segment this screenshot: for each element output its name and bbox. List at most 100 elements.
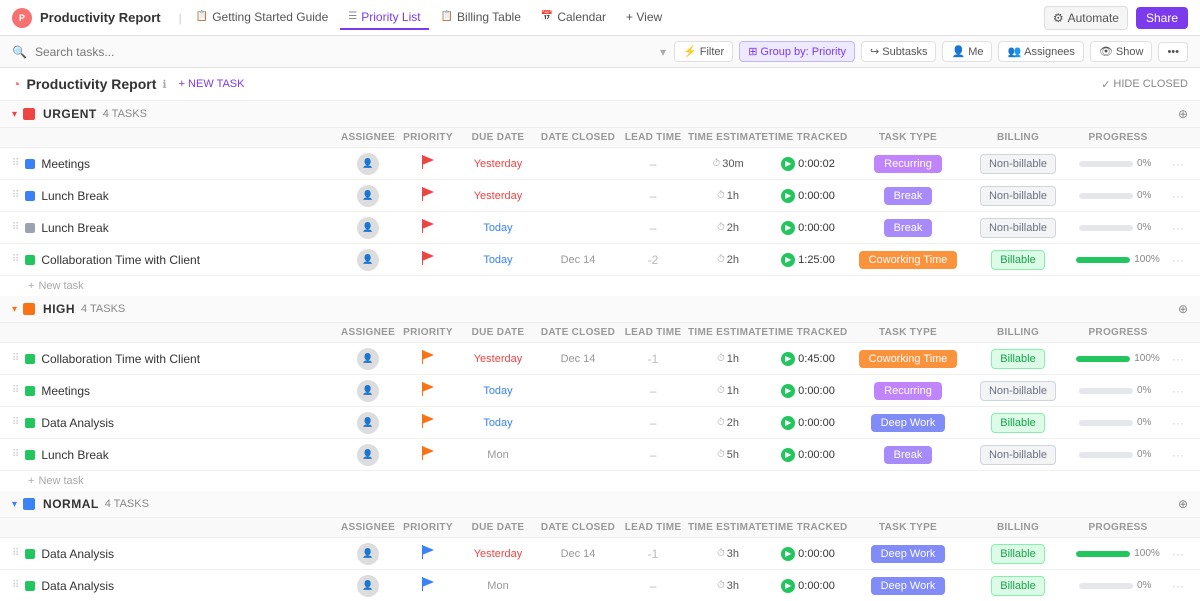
- task-status-dot[interactable]: [25, 354, 35, 364]
- avatar[interactable]: 👤: [357, 217, 379, 239]
- play-icon[interactable]: ▶: [781, 189, 795, 203]
- drag-handle-icon[interactable]: ⠿: [12, 580, 19, 591]
- hide-closed-button[interactable]: ✓ HIDE CLOSED: [1101, 78, 1188, 91]
- task-type-badge[interactable]: Coworking Time: [859, 350, 958, 368]
- task-name[interactable]: Lunch Break: [41, 221, 108, 235]
- task-type-badge[interactable]: Recurring: [874, 155, 942, 173]
- avatar[interactable]: 👤: [357, 249, 379, 271]
- avatar[interactable]: 👤: [357, 575, 379, 597]
- priority-flag-icon[interactable]: [422, 251, 434, 268]
- section-add-icon[interactable]: ⊕: [1178, 107, 1188, 121]
- section-expand-icon[interactable]: ▾: [12, 304, 17, 315]
- drag-handle-icon[interactable]: ⠿: [12, 158, 19, 169]
- billing-badge[interactable]: Billable: [991, 413, 1044, 433]
- tab-priority-list[interactable]: ☰ Priority List: [340, 6, 428, 30]
- task-status-dot[interactable]: [25, 418, 35, 428]
- play-icon[interactable]: ▶: [781, 221, 795, 235]
- due-date-cell[interactable]: Today: [458, 254, 538, 266]
- drag-handle-icon[interactable]: ⠿: [12, 190, 19, 201]
- billing-badge[interactable]: Non-billable: [980, 218, 1056, 238]
- task-type-badge[interactable]: Deep Work: [871, 545, 946, 563]
- task-type-badge[interactable]: Recurring: [874, 382, 942, 400]
- row-options-button[interactable]: ···: [1168, 547, 1188, 561]
- priority-flag-icon[interactable]: [422, 545, 434, 562]
- billing-badge[interactable]: Non-billable: [980, 154, 1056, 174]
- task-status-dot[interactable]: [25, 223, 35, 233]
- section-expand-icon[interactable]: ▾: [12, 499, 17, 510]
- billing-badge[interactable]: Billable: [991, 544, 1044, 564]
- drag-handle-icon[interactable]: ⠿: [12, 417, 19, 428]
- task-status-dot[interactable]: [25, 581, 35, 591]
- priority-flag-icon[interactable]: [422, 155, 434, 172]
- play-icon[interactable]: ▶: [781, 253, 795, 267]
- row-options-button[interactable]: ···: [1168, 253, 1188, 267]
- avatar[interactable]: 👤: [357, 543, 379, 565]
- section-add-icon[interactable]: ⊕: [1178, 302, 1188, 316]
- avatar[interactable]: 👤: [357, 348, 379, 370]
- drag-handle-icon[interactable]: ⠿: [12, 449, 19, 460]
- priority-flag-icon[interactable]: [422, 577, 434, 594]
- more-options-button[interactable]: •••: [1158, 42, 1188, 62]
- drag-handle-icon[interactable]: ⠿: [12, 385, 19, 396]
- avatar[interactable]: 👤: [357, 185, 379, 207]
- due-date-cell[interactable]: Yesterday: [458, 353, 538, 365]
- due-date-cell[interactable]: Yesterday: [458, 158, 538, 170]
- info-icon[interactable]: ℹ: [162, 78, 166, 91]
- subtasks-button[interactable]: ↪ Subtasks: [861, 41, 936, 62]
- task-type-badge[interactable]: Deep Work: [871, 414, 946, 432]
- billing-badge[interactable]: Non-billable: [980, 381, 1056, 401]
- add-task-row[interactable]: +New task: [0, 471, 1200, 491]
- row-options-button[interactable]: ···: [1168, 352, 1188, 366]
- task-type-badge[interactable]: Break: [884, 187, 933, 205]
- filter-button[interactable]: ⚡ Filter: [674, 41, 733, 62]
- task-name[interactable]: Collaboration Time with Client: [41, 253, 200, 267]
- search-input[interactable]: [35, 45, 652, 59]
- task-status-dot[interactable]: [25, 255, 35, 265]
- automate-button[interactable]: ⚙ Automate: [1044, 6, 1128, 30]
- task-type-badge[interactable]: Deep Work: [871, 577, 946, 595]
- new-task-button[interactable]: + NEW TASK: [173, 76, 251, 92]
- task-type-badge[interactable]: Coworking Time: [859, 251, 958, 269]
- task-name[interactable]: Data Analysis: [41, 579, 114, 593]
- play-icon[interactable]: ▶: [781, 579, 795, 593]
- row-options-button[interactable]: ···: [1168, 384, 1188, 398]
- row-options-button[interactable]: ···: [1168, 157, 1188, 171]
- due-date-cell[interactable]: Today: [458, 385, 538, 397]
- share-button[interactable]: Share: [1136, 7, 1188, 29]
- play-icon[interactable]: ▶: [781, 547, 795, 561]
- show-button[interactable]: 👁 Show: [1090, 41, 1153, 62]
- task-name[interactable]: Lunch Break: [41, 448, 108, 462]
- due-date-cell[interactable]: Yesterday: [458, 190, 538, 202]
- due-date-cell[interactable]: Mon: [458, 449, 538, 461]
- play-icon[interactable]: ▶: [781, 448, 795, 462]
- task-name[interactable]: Lunch Break: [41, 189, 108, 203]
- task-name[interactable]: Data Analysis: [41, 547, 114, 561]
- drag-handle-icon[interactable]: ⠿: [12, 548, 19, 559]
- avatar[interactable]: 👤: [357, 153, 379, 175]
- priority-flag-icon[interactable]: [422, 446, 434, 463]
- row-options-button[interactable]: ···: [1168, 579, 1188, 593]
- tab-getting-started[interactable]: 📋 Getting Started Guide: [188, 6, 337, 30]
- row-options-button[interactable]: ···: [1168, 416, 1188, 430]
- row-options-button[interactable]: ···: [1168, 448, 1188, 462]
- section-add-icon[interactable]: ⊕: [1178, 497, 1188, 511]
- row-options-button[interactable]: ···: [1168, 221, 1188, 235]
- task-name[interactable]: Collaboration Time with Client: [41, 352, 200, 366]
- me-button[interactable]: 👤 Me: [942, 41, 992, 62]
- due-date-cell[interactable]: Today: [458, 222, 538, 234]
- billing-badge[interactable]: Non-billable: [980, 186, 1056, 206]
- task-status-dot[interactable]: [25, 549, 35, 559]
- tab-calendar[interactable]: 📅 Calendar: [533, 6, 614, 30]
- task-status-dot[interactable]: [25, 450, 35, 460]
- avatar[interactable]: 👤: [357, 412, 379, 434]
- task-status-dot[interactable]: [25, 386, 35, 396]
- billing-badge[interactable]: Non-billable: [980, 445, 1056, 465]
- due-date-cell[interactable]: Mon: [458, 580, 538, 592]
- play-icon[interactable]: ▶: [781, 157, 795, 171]
- billing-badge[interactable]: Billable: [991, 576, 1044, 596]
- play-icon[interactable]: ▶: [781, 384, 795, 398]
- drag-handle-icon[interactable]: ⠿: [12, 222, 19, 233]
- drag-handle-icon[interactable]: ⠿: [12, 254, 19, 265]
- row-options-button[interactable]: ···: [1168, 189, 1188, 203]
- add-task-row[interactable]: +New task: [0, 276, 1200, 296]
